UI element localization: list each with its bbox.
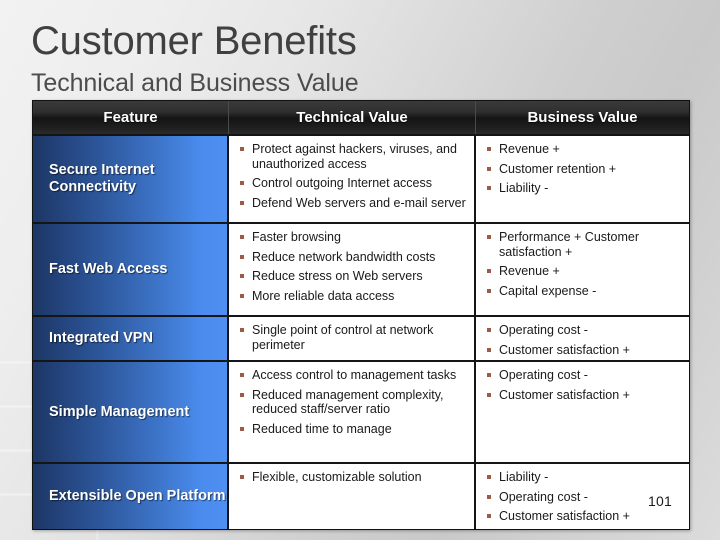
list-item: Protect against hackers, viruses, and un…	[235, 142, 466, 171]
business-value-list: Revenue + Customer retention + Liability…	[482, 142, 681, 196]
list-item: Customer satisfaction +	[482, 509, 681, 524]
business-value-cell: Operating cost - Customer satisfaction +	[476, 317, 689, 360]
list-item: Liability -	[482, 470, 681, 485]
business-value-cell: Operating cost - Customer satisfaction +	[476, 362, 689, 462]
list-item: Defend Web servers and e-mail server	[235, 196, 466, 211]
list-item: Reduce stress on Web servers	[235, 269, 466, 284]
feature-cell: Extensible Open Platform	[33, 464, 229, 529]
technical-value-cell: Single point of control at network perim…	[229, 317, 476, 360]
technical-value-cell: Flexible, customizable solution	[229, 464, 476, 529]
list-item: Revenue +	[482, 142, 681, 157]
page-subtitle: Technical and Business Value	[31, 69, 359, 97]
benefits-table: Feature Technical Value Business Value S…	[32, 100, 690, 530]
list-item: Capital expense -	[482, 284, 681, 299]
table-row: Extensible Open Platform Flexible, custo…	[33, 462, 689, 529]
technical-value-cell: Protect against hackers, viruses, and un…	[229, 136, 476, 222]
list-item: Control outgoing Internet access	[235, 176, 466, 191]
list-item: Flexible, customizable solution	[235, 470, 466, 485]
list-item: Single point of control at network perim…	[235, 323, 466, 352]
list-item: Operating cost -	[482, 368, 681, 383]
technical-value-cell: Faster browsing Reduce network bandwidth…	[229, 224, 476, 315]
page-number: 101	[648, 493, 672, 509]
list-item: Customer satisfaction +	[482, 388, 681, 403]
list-item: Customer retention +	[482, 162, 681, 177]
table-row: Simple Management Access control to mana…	[33, 360, 689, 462]
technical-value-list: Access control to management tasks Reduc…	[235, 368, 466, 436]
table-row: Integrated VPN Single point of control a…	[33, 315, 689, 360]
technical-value-cell: Access control to management tasks Reduc…	[229, 362, 476, 462]
business-value-cell: Revenue + Customer retention + Liability…	[476, 136, 689, 222]
list-item: Reduce network bandwidth costs	[235, 250, 466, 265]
list-item: Customer satisfaction +	[482, 343, 681, 358]
list-item: Reduced management complexity, reduced s…	[235, 388, 466, 417]
table-header-row: Feature Technical Value Business Value	[33, 101, 689, 134]
business-value-cell: Performance + Customer satisfaction + Re…	[476, 224, 689, 315]
business-value-list: Operating cost - Customer satisfaction +	[482, 368, 681, 402]
technical-value-list: Faster browsing Reduce network bandwidth…	[235, 230, 466, 303]
list-item: More reliable data access	[235, 289, 466, 304]
column-header-technical-value: Technical Value	[229, 101, 476, 134]
technical-value-list: Flexible, customizable solution	[235, 470, 466, 485]
feature-cell: Fast Web Access	[33, 224, 229, 315]
technical-value-list: Protect against hackers, viruses, and un…	[235, 142, 466, 210]
business-value-list: Operating cost - Customer satisfaction +	[482, 323, 681, 357]
business-value-list: Performance + Customer satisfaction + Re…	[482, 230, 681, 298]
list-item: Performance + Customer satisfaction +	[482, 230, 681, 259]
table-row: Secure Internet Connectivity Protect aga…	[33, 134, 689, 222]
slide-canvas: Customer Benefits Technical and Business…	[0, 0, 720, 540]
technical-value-list: Single point of control at network perim…	[235, 323, 466, 352]
table-row: Fast Web Access Faster browsing Reduce n…	[33, 222, 689, 315]
feature-cell: Simple Management	[33, 362, 229, 462]
feature-cell: Integrated VPN	[33, 317, 229, 360]
column-header-feature: Feature	[33, 101, 229, 134]
list-item: Liability -	[482, 181, 681, 196]
list-item: Faster browsing	[235, 230, 466, 245]
list-item: Revenue +	[482, 264, 681, 279]
page-title: Customer Benefits	[31, 19, 357, 63]
feature-cell: Secure Internet Connectivity	[33, 136, 229, 222]
column-header-business-value: Business Value	[476, 101, 689, 134]
list-item: Operating cost -	[482, 323, 681, 338]
list-item: Reduced time to manage	[235, 422, 466, 437]
list-item: Access control to management tasks	[235, 368, 466, 383]
